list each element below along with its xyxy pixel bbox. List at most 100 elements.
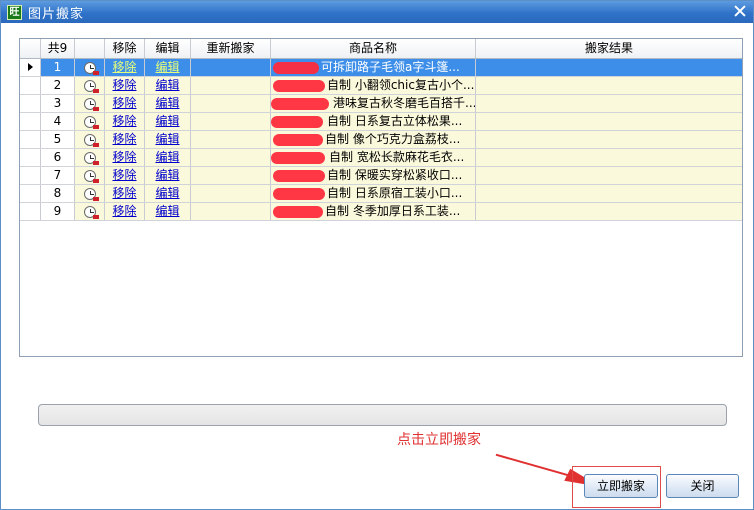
header-re-move: 重新搬家 — [191, 39, 271, 58]
row-result — [476, 167, 742, 184]
table-row[interactable]: 8 移除 编辑 自制 日系原宿工装小口... — [20, 185, 742, 203]
app-logo-icon: 旺 — [7, 4, 22, 20]
pending-clock-icon — [83, 133, 99, 147]
remove-link[interactable]: 移除 — [112, 132, 136, 146]
row-remove-cell: 移除 — [105, 95, 145, 112]
row-number: 9 — [41, 203, 75, 220]
edit-link[interactable]: 编辑 — [155, 132, 179, 146]
row-edit-cell: 编辑 — [145, 77, 191, 94]
row-indicator — [20, 149, 41, 166]
pending-clock-icon — [83, 151, 99, 165]
product-name-text: 自制 保暖实穿松紧收口... — [327, 168, 463, 182]
product-name-text: 可拆卸路子毛领a字斗篷... — [321, 60, 460, 74]
row-result — [476, 185, 742, 202]
row-remove-cell: 移除 — [105, 149, 145, 166]
window-title: 图片搬家 — [28, 6, 85, 22]
row-status-cell — [75, 77, 105, 94]
row-status-cell — [75, 131, 105, 148]
remove-link[interactable]: 移除 — [112, 204, 136, 218]
row-status-cell — [75, 203, 105, 220]
row-remove-cell: 移除 — [105, 77, 145, 94]
table-row[interactable]: 4 移除 编辑 自制 日系复古立体松果... — [20, 113, 742, 131]
redaction-mark — [273, 206, 323, 218]
row-edit-cell: 编辑 — [145, 113, 191, 130]
row-status-cell — [75, 95, 105, 112]
redaction-mark — [273, 170, 325, 182]
header-count: 共9 — [41, 39, 75, 58]
table-row[interactable]: 3 移除 编辑 港味复古秋冬磨毛百搭千... — [20, 95, 742, 113]
edit-link[interactable]: 编辑 — [155, 60, 179, 74]
redaction-mark — [271, 152, 325, 164]
row-indicator — [20, 185, 41, 202]
edit-link[interactable]: 编辑 — [155, 78, 179, 92]
product-name-text: 自制 宽松长款麻花毛衣... — [329, 150, 465, 164]
redaction-mark — [271, 116, 323, 128]
edit-link[interactable]: 编辑 — [155, 150, 179, 164]
annotation-text: 点击立即搬家 — [397, 432, 481, 448]
pending-clock-icon — [83, 187, 99, 201]
pending-clock-icon — [83, 205, 99, 219]
table-row[interactable]: 6 移除 编辑 自制 宽松长款麻花毛衣... — [20, 149, 742, 167]
edit-link[interactable]: 编辑 — [155, 168, 179, 182]
header-remove: 移除 — [105, 39, 145, 58]
row-result — [476, 131, 742, 148]
row-result — [476, 203, 742, 220]
table-row[interactable]: 5 移除 编辑 自制 像个巧克力盒荔枝... — [20, 131, 742, 149]
row-indicator — [20, 203, 41, 220]
edit-link[interactable]: 编辑 — [155, 96, 179, 110]
row-status-cell — [75, 113, 105, 130]
row-re-move-cell — [191, 95, 271, 112]
row-result — [476, 95, 742, 112]
row-number: 8 — [41, 185, 75, 202]
row-product-name: 自制 保暖实穿松紧收口... — [271, 167, 476, 184]
row-indicator — [20, 59, 41, 76]
title-bar[interactable]: 旺 图片搬家 — [1, 1, 753, 23]
table-row[interactable]: 2 移除 编辑 自制 小翻领chic复古小个... — [20, 77, 742, 95]
edit-link[interactable]: 编辑 — [155, 186, 179, 200]
row-edit-cell: 编辑 — [145, 95, 191, 112]
row-product-name: 自制 冬季加厚日系工装... — [271, 203, 476, 220]
table-row[interactable]: 9 移除 编辑 自制 冬季加厚日系工装... — [20, 203, 742, 221]
row-status-cell — [75, 59, 105, 76]
remove-link[interactable]: 移除 — [112, 114, 136, 128]
close-button[interactable]: 关闭 — [666, 474, 739, 498]
product-name-text: 自制 日系复古立体松果... — [327, 114, 463, 128]
row-product-name: 港味复古秋冬磨毛百搭千... — [271, 95, 476, 112]
table-row[interactable]: 7 移除 编辑 自制 保暖实穿松紧收口... — [20, 167, 742, 185]
row-remove-cell: 移除 — [105, 131, 145, 148]
row-indicator — [20, 95, 41, 112]
row-status-cell — [75, 185, 105, 202]
edit-link[interactable]: 编辑 — [155, 204, 179, 218]
row-edit-cell: 编辑 — [145, 167, 191, 184]
pending-clock-icon — [83, 61, 99, 75]
move-now-button[interactable]: 立即搬家 — [584, 474, 658, 498]
row-remove-cell: 移除 — [105, 185, 145, 202]
row-indicator — [20, 131, 41, 148]
row-re-move-cell — [191, 149, 271, 166]
row-edit-cell: 编辑 — [145, 149, 191, 166]
row-re-move-cell — [191, 167, 271, 184]
row-indicator — [20, 77, 41, 94]
remove-link[interactable]: 移除 — [112, 150, 136, 164]
row-remove-cell: 移除 — [105, 167, 145, 184]
remove-link[interactable]: 移除 — [112, 186, 136, 200]
row-product-name: 自制 像个巧克力盒荔枝... — [271, 131, 476, 148]
row-re-move-cell — [191, 59, 271, 76]
row-number: 1 — [41, 59, 75, 76]
remove-link[interactable]: 移除 — [112, 60, 136, 74]
row-product-name: 自制 小翻领chic复古小个... — [271, 77, 476, 94]
row-number: 2 — [41, 77, 75, 94]
pending-clock-icon — [83, 115, 99, 129]
close-icon[interactable] — [733, 4, 747, 18]
row-edit-cell: 编辑 — [145, 185, 191, 202]
product-table[interactable]: 共9 移除 编辑 重新搬家 商品名称 搬家结果 1 移除 编辑 可拆卸路子毛领a字斗篷… — [19, 38, 743, 357]
row-number: 3 — [41, 95, 75, 112]
pending-clock-icon — [83, 79, 99, 93]
row-status-cell — [75, 149, 105, 166]
table-row[interactable]: 1 移除 编辑 可拆卸路子毛领a字斗篷... — [20, 59, 742, 77]
remove-link[interactable]: 移除 — [112, 78, 136, 92]
edit-link[interactable]: 编辑 — [155, 114, 179, 128]
remove-link[interactable]: 移除 — [112, 168, 136, 182]
row-re-move-cell — [191, 203, 271, 220]
remove-link[interactable]: 移除 — [112, 96, 136, 110]
